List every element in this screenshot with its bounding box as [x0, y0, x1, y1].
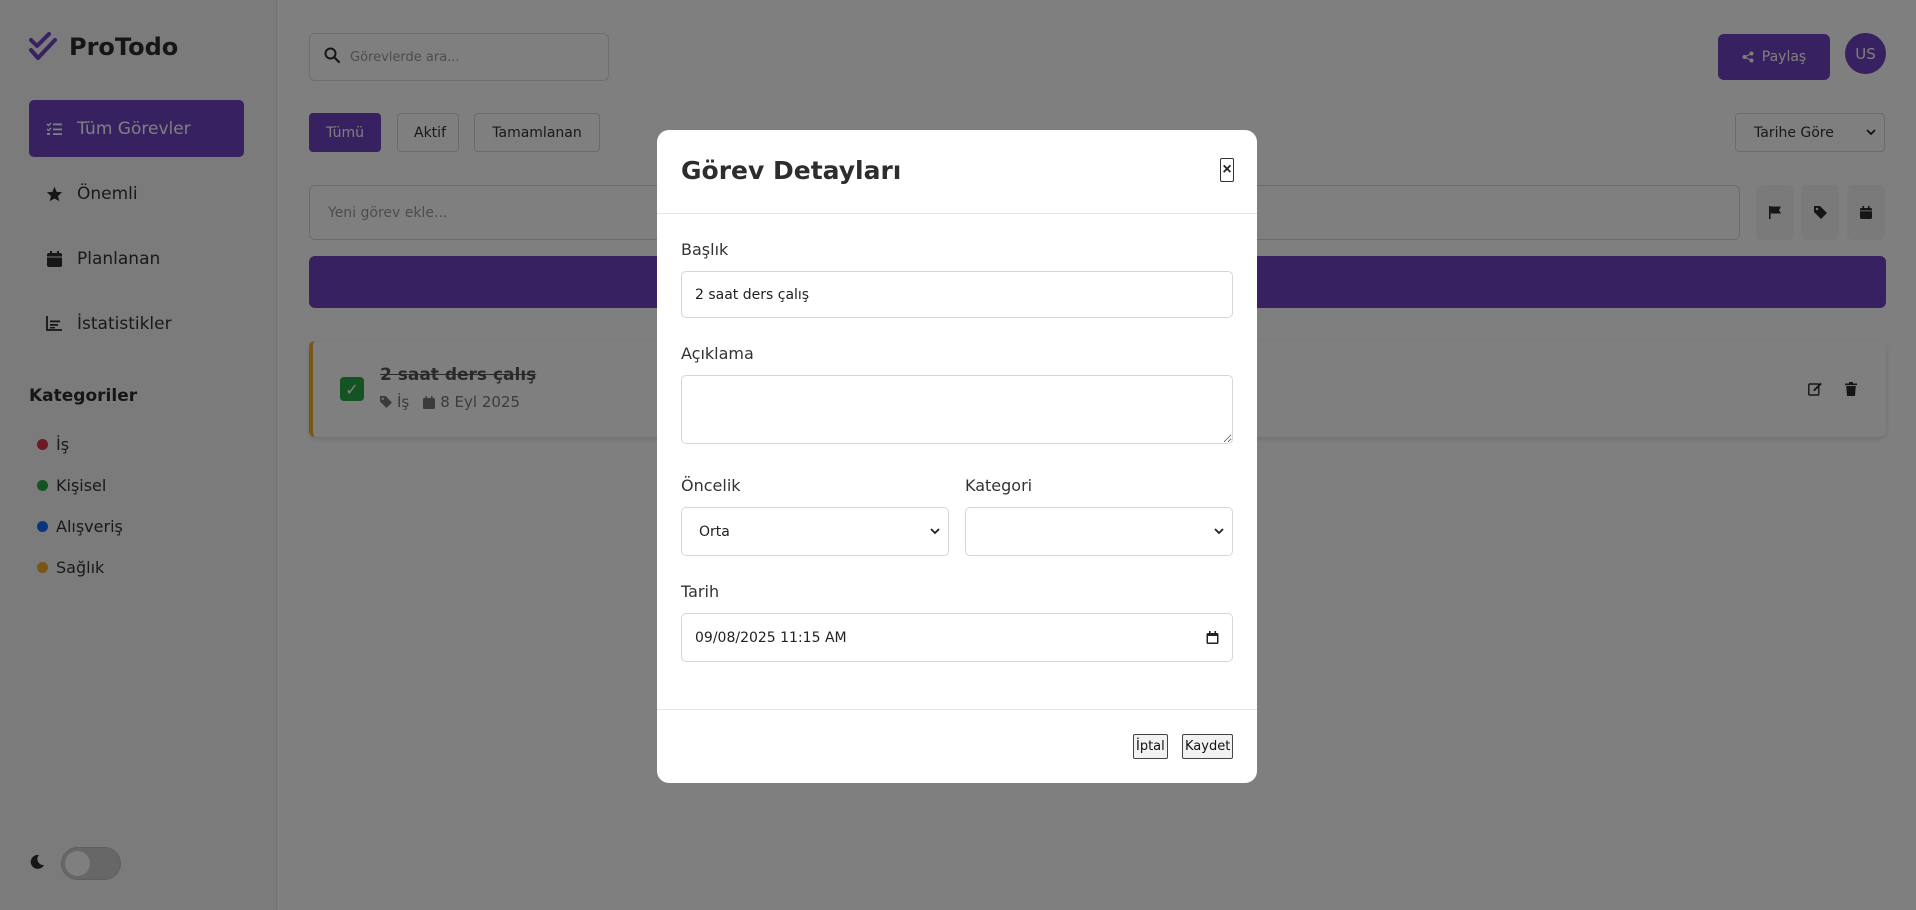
modal-title: Görev Detayları	[681, 156, 902, 185]
priority-value: Orta	[699, 523, 730, 540]
date-value: 09/08/2025 11:15 AM	[695, 629, 847, 646]
task-details-modal: Görev Detayları × Başlık Açıklama Önceli…	[657, 130, 1257, 783]
priority-select[interactable]: Orta	[681, 507, 949, 556]
save-button[interactable]: Kaydet	[1182, 734, 1234, 759]
calendar-icon[interactable]	[1206, 631, 1219, 644]
category-label: Kategori	[965, 476, 1033, 495]
description-textarea[interactable]	[681, 375, 1233, 444]
title-input[interactable]	[681, 271, 1233, 318]
priority-label: Öncelik	[681, 476, 741, 495]
description-label: Açıklama	[681, 344, 754, 363]
category-select[interactable]	[965, 507, 1233, 556]
chevron-down-icon	[1214, 528, 1224, 535]
datetime-input[interactable]: 09/08/2025 11:15 AM	[681, 613, 1233, 662]
chevron-down-icon	[930, 528, 940, 535]
modal-header: Görev Detayları ×	[657, 130, 1257, 214]
cancel-button[interactable]: İptal	[1133, 734, 1168, 759]
close-button[interactable]: ×	[1220, 158, 1234, 182]
modal-footer: İptal Kaydet	[657, 709, 1257, 783]
title-label: Başlık	[681, 240, 729, 259]
date-label: Tarih	[681, 582, 720, 601]
